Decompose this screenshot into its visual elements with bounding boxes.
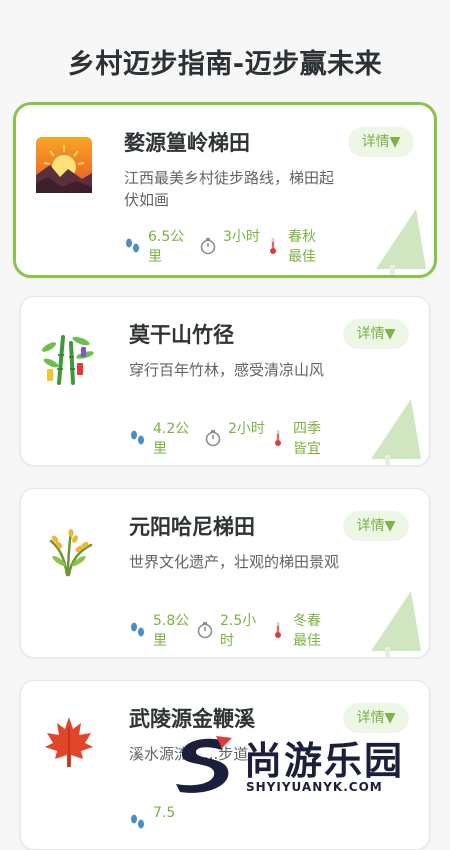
bamboo-icon — [41, 335, 94, 385]
stopwatch-icon — [197, 622, 213, 639]
tree-decoration-icon — [371, 591, 421, 657]
season-value: 春秋最佳 — [288, 229, 316, 265]
route-description: 江西最美乡村徒步路线，梯田起伏如画 — [124, 169, 335, 209]
tree-decoration-icon — [376, 209, 426, 275]
route-name: 元阳哈尼梯田 — [129, 515, 255, 539]
detail-button[interactable]: 详情▼ — [348, 127, 414, 157]
duration-value: 2.5小时 — [220, 613, 257, 649]
distance-value: 5.8公里 — [153, 613, 190, 649]
thermometer-icon — [275, 622, 281, 638]
detail-button[interactable]: 详情▼ — [343, 511, 409, 541]
watermark-logo-icon — [176, 736, 232, 793]
route-card-moganshan[interactable]: 莫干山竹径 穿行百年竹林，感受清凉山风 详情▼ 4.2公里 2小时 四季皆宜 — [20, 296, 430, 466]
stopwatch-icon — [205, 430, 221, 447]
route-description: 世界文化遗产，壮观的梯田景观 — [129, 553, 340, 571]
maple-leaf-icon — [45, 717, 93, 767]
duration-value: 2小时 — [228, 421, 265, 437]
route-card-yuanyang[interactable]: 元阳哈尼梯田 世界文化遗产，壮观的梯田景观 详情▼ 5.8公里 2.5小时 冬春… — [20, 488, 430, 658]
tree-decoration-icon — [371, 399, 421, 465]
stopwatch-icon — [200, 238, 216, 255]
distance-value: 4.2公里 — [153, 421, 190, 457]
thermometer-icon — [275, 430, 281, 446]
route-description: 穿行百年竹林，感受清凉山风 — [129, 361, 325, 379]
detail-button[interactable]: 详情▼ — [343, 319, 409, 349]
footprints-icon — [131, 814, 144, 829]
route-card-wuyuan[interactable]: 婺源篁岭梯田 江西最美乡村徒步路线，梯田起伏如画 详情▼ 6.5公里 3小时 春… — [13, 102, 437, 278]
rice-icon — [49, 529, 93, 577]
distance-value: 7.5 — [153, 805, 176, 821]
page-title: 乡村迈步指南-迈步赢未来 — [67, 49, 383, 80]
watermark-subtext: SHYIYUANYK.COM — [246, 780, 383, 794]
duration-value: 3小时 — [223, 229, 260, 245]
site-watermark: 尚游乐园 SHYIYUANYK.COM — [168, 728, 448, 800]
season-value: 冬春最佳 — [293, 613, 321, 649]
sunrise-mountain-icon — [36, 137, 92, 193]
season-value: 四季皆宜 — [293, 421, 321, 457]
watermark-text: 尚游乐园 — [244, 739, 405, 783]
route-name: 婺源篁岭梯田 — [124, 131, 250, 155]
footprints-icon — [131, 622, 144, 637]
distance-value: 6.5公里 — [148, 229, 185, 265]
footprints-icon — [126, 238, 139, 253]
thermometer-icon — [270, 238, 276, 254]
route-name: 莫干山竹径 — [129, 323, 234, 347]
footprints-icon — [131, 430, 144, 445]
